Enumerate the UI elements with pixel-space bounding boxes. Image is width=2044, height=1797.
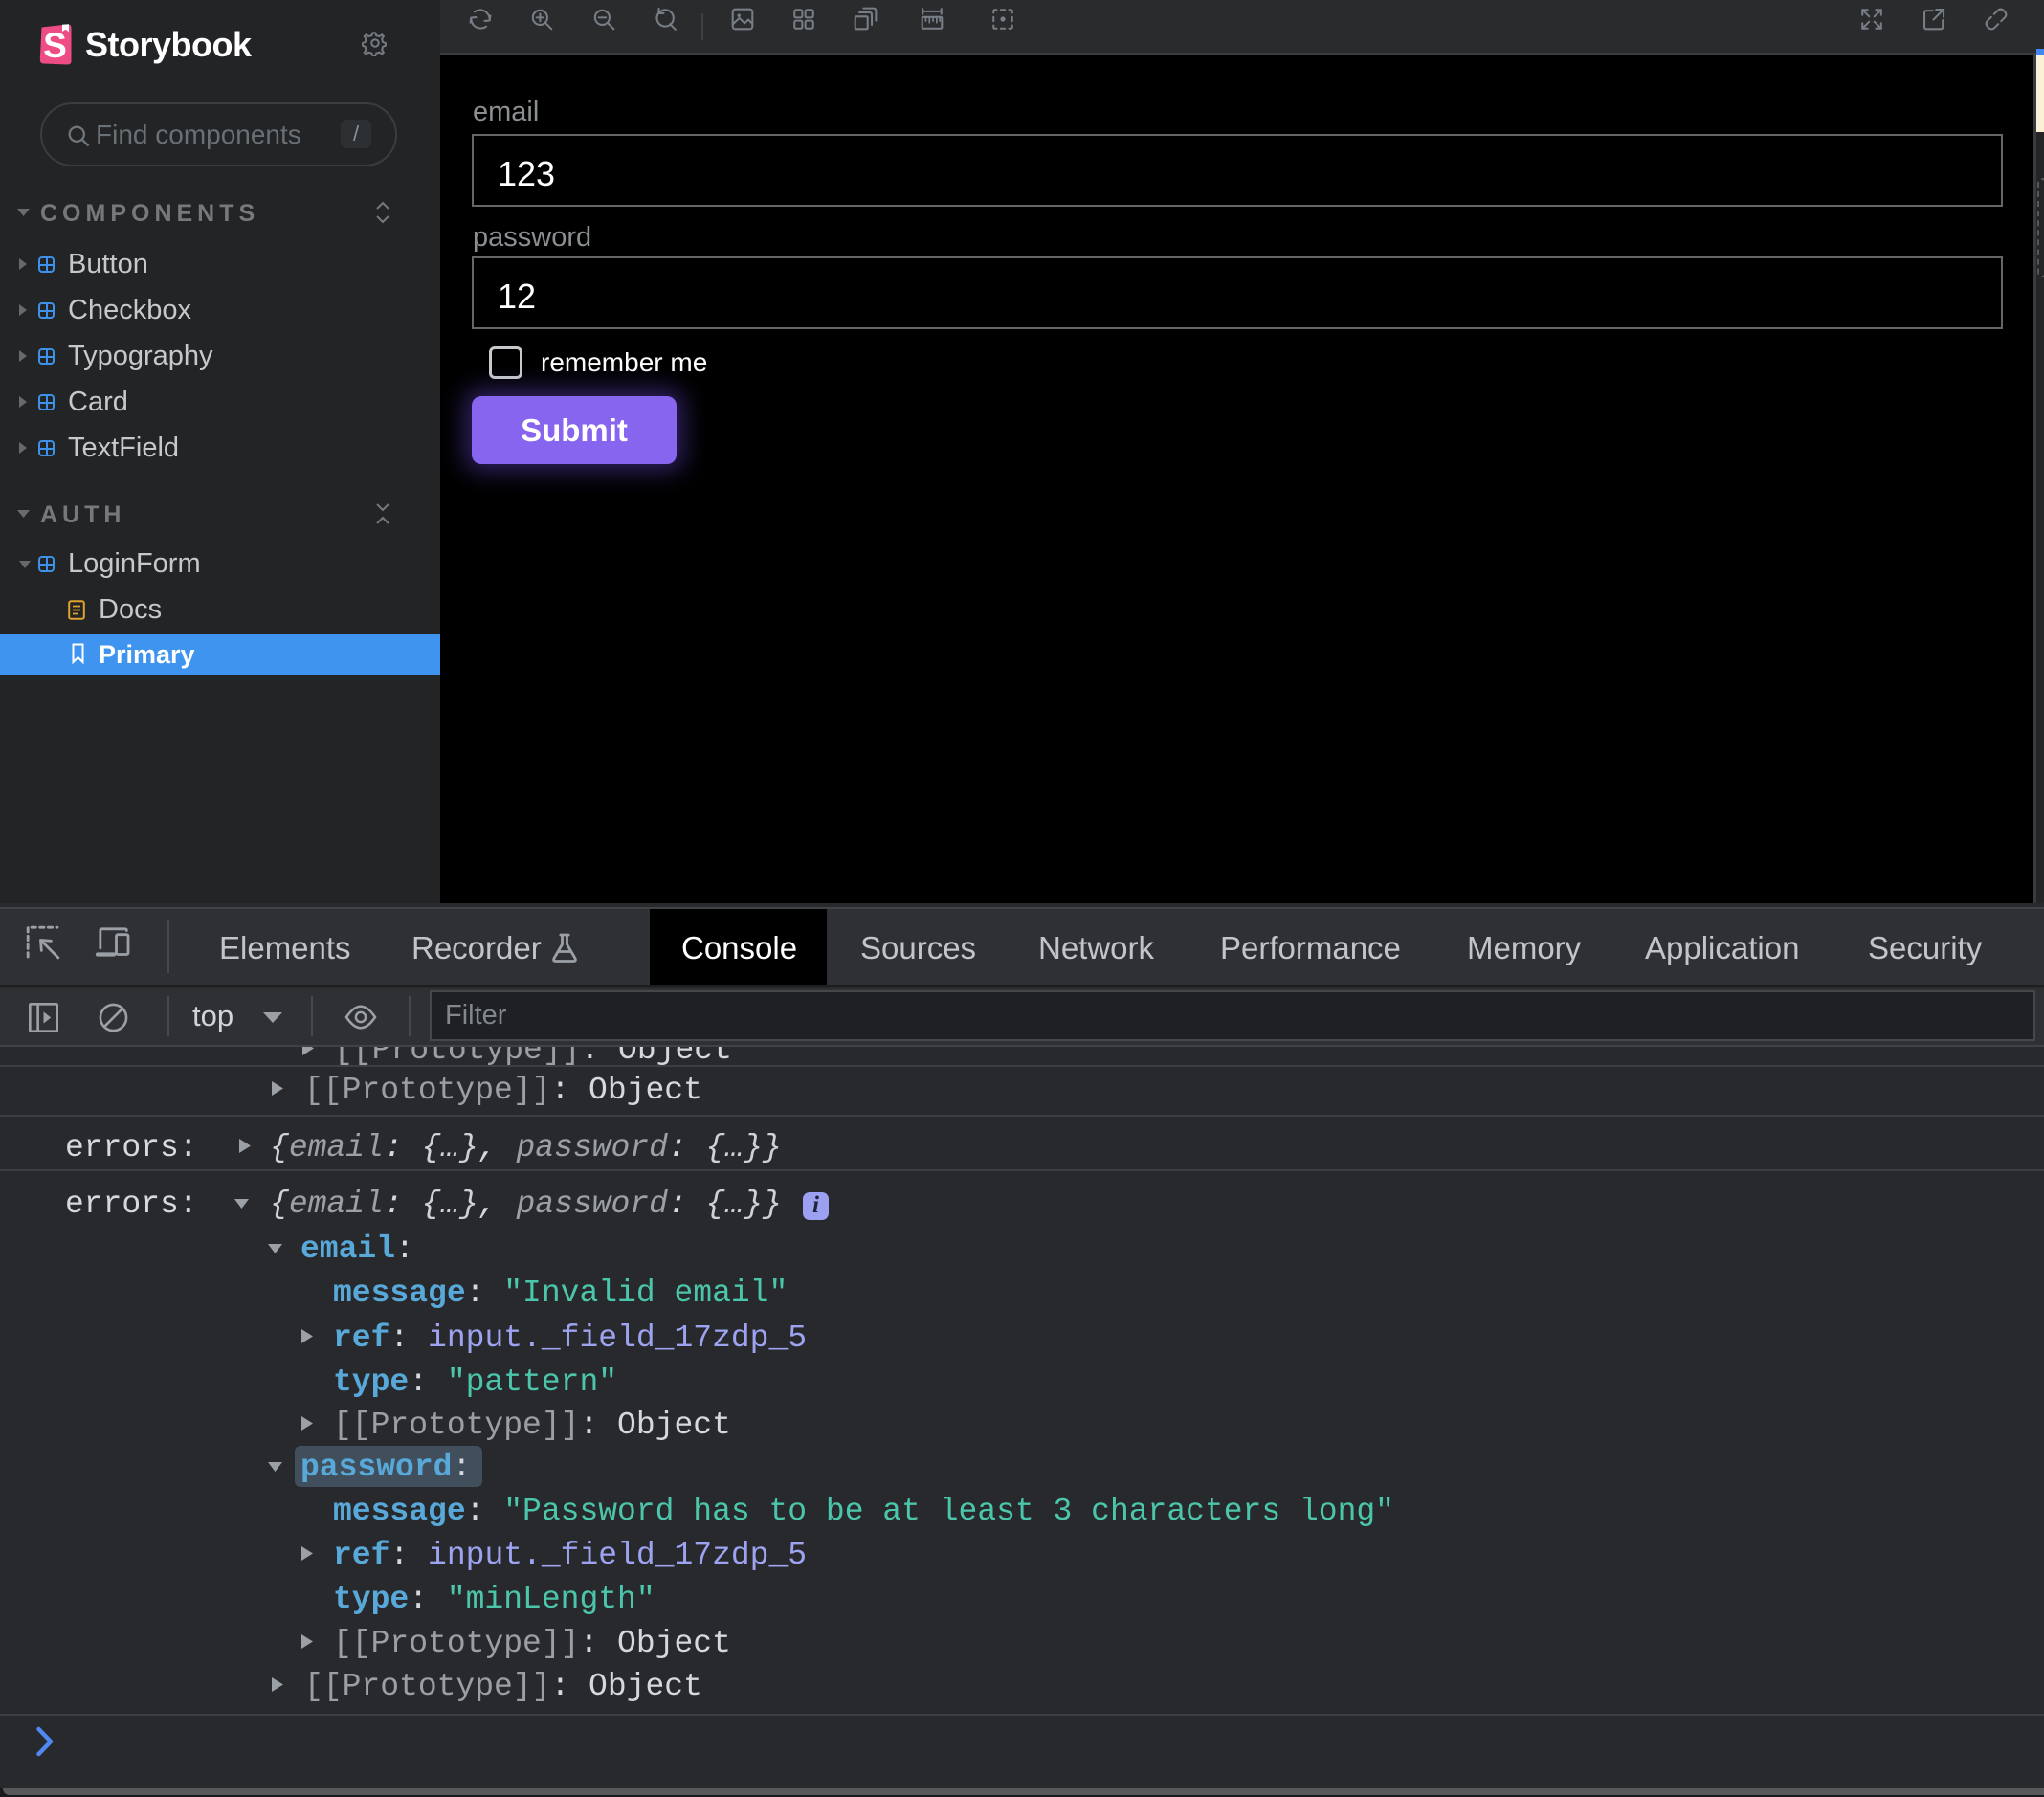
svg-text:S: S [43,26,67,65]
